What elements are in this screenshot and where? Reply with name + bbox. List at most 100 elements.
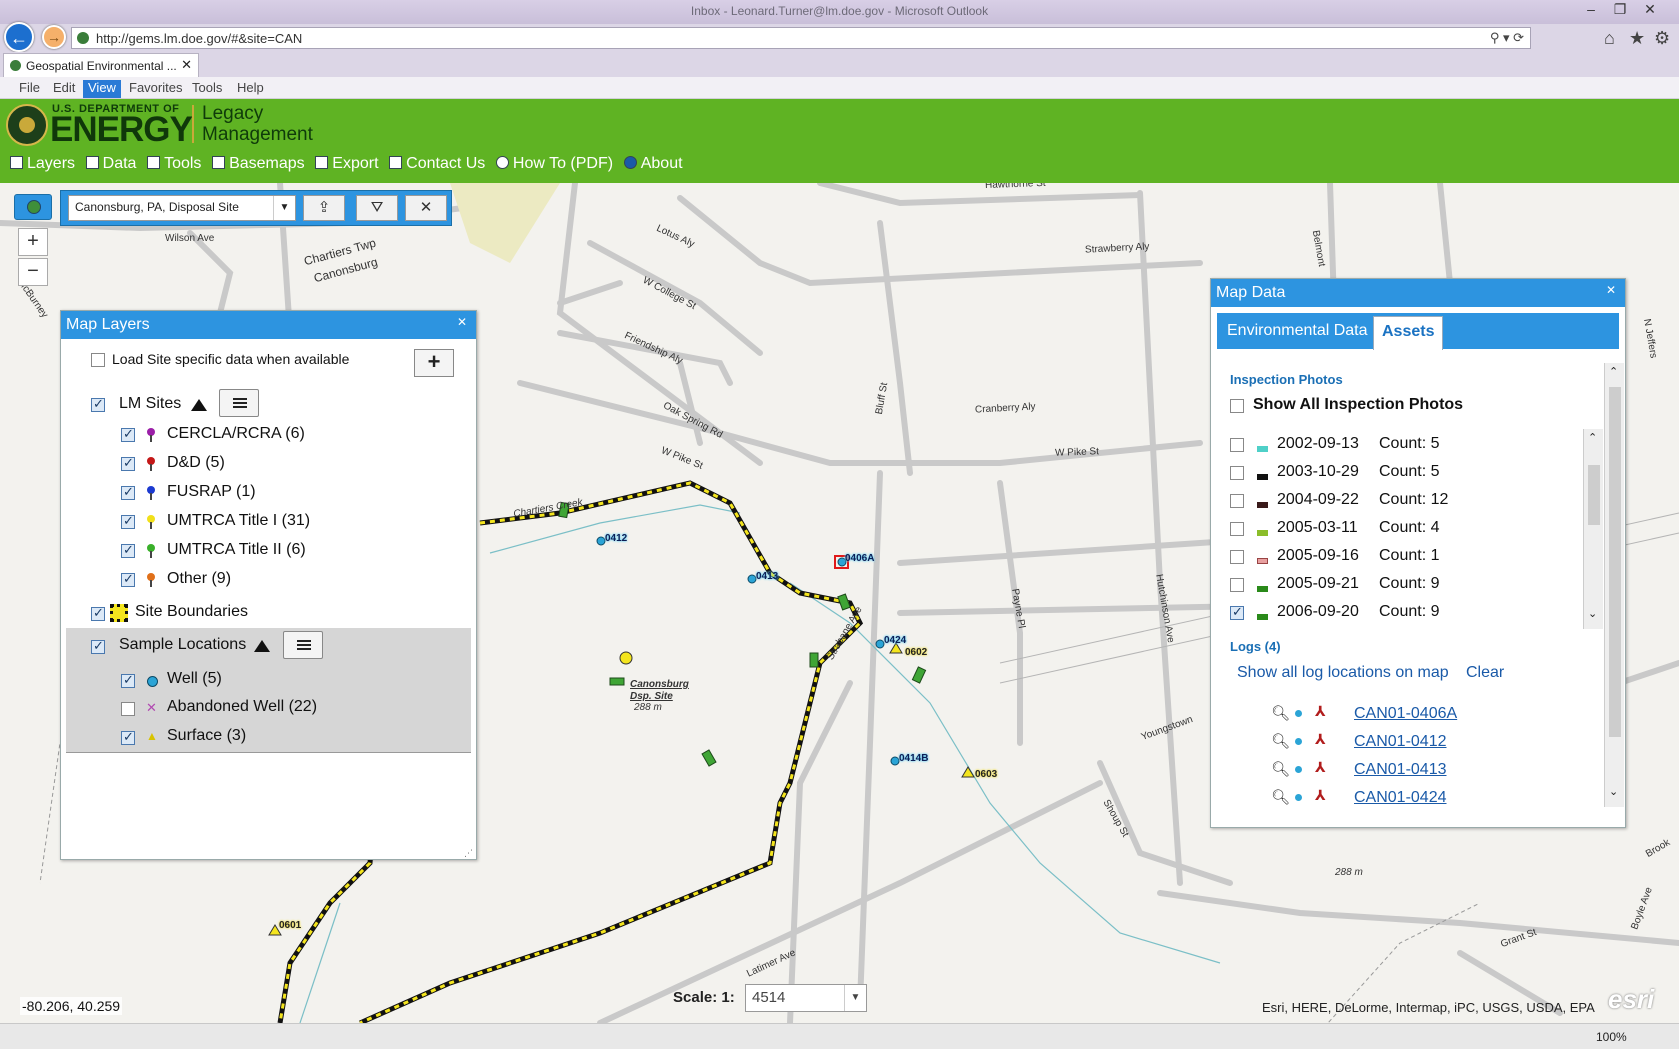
- search-refresh-icon[interactable]: ⚲ ▾ ⟳: [1490, 30, 1524, 46]
- favorites-star-icon[interactable]: ★: [1629, 28, 1645, 49]
- show-all-photos-checkbox[interactable]: [1230, 399, 1244, 413]
- minimize-button[interactable]: –: [1577, 0, 1605, 20]
- menu-favorites[interactable]: Favorites: [124, 80, 187, 98]
- zoom-level[interactable]: 100%: [1596, 1030, 1627, 1044]
- log-link[interactable]: CAN01-0413: [1354, 761, 1447, 779]
- site-clear-button[interactable]: ✕: [405, 195, 447, 221]
- photo-checkbox[interactable]: [1230, 522, 1244, 536]
- nav-data[interactable]: Data: [85, 155, 136, 173]
- magnifier-icon[interactable]: 🔍︎: [1271, 732, 1290, 750]
- nav-contact[interactable]: Contact Us: [389, 155, 485, 173]
- menu-view[interactable]: View: [83, 80, 121, 98]
- tab-assets[interactable]: Assets: [1373, 316, 1444, 350]
- nav-howto[interactable]: How To (PDF): [495, 155, 613, 173]
- well-point-label[interactable]: 0406A: [845, 553, 874, 564]
- scroll-thumb[interactable]: [1588, 465, 1600, 525]
- log-link[interactable]: CAN01-0424: [1354, 789, 1447, 807]
- nav-export[interactable]: Export: [315, 155, 379, 173]
- pdf-icon[interactable]: [1315, 703, 1329, 720]
- tab-close-icon[interactable]: ✕: [181, 57, 192, 73]
- photo-checkbox[interactable]: [1230, 438, 1244, 452]
- photos-scrollbar[interactable]: ⌃ ⌄: [1583, 429, 1603, 629]
- zoom-in-button[interactable]: +: [18, 228, 48, 256]
- surface-point-label[interactable]: 0601: [279, 920, 301, 931]
- layer-checkbox[interactable]: [121, 426, 135, 442]
- layer-checkbox[interactable]: [121, 729, 135, 745]
- site-select[interactable]: Canonsburg, PA, Disposal Site ▼: [68, 195, 296, 221]
- photo-checkbox[interactable]: [1230, 578, 1244, 592]
- layer-checkbox[interactable]: [121, 672, 135, 688]
- panel-scrollbar[interactable]: ⌃ ⌄: [1604, 363, 1624, 807]
- zoom-out-button[interactable]: −: [18, 258, 48, 286]
- browser-tab[interactable]: Geospatial Environmental ... ✕: [3, 53, 199, 77]
- magnifier-icon[interactable]: 🔍︎: [1271, 760, 1290, 778]
- site-share-button[interactable]: ⇪: [303, 195, 345, 221]
- layer-checkbox[interactable]: [121, 542, 135, 558]
- scroll-down-icon[interactable]: ⌄: [1588, 607, 1597, 620]
- triangle-up-icon[interactable]: [254, 640, 270, 652]
- menu-help[interactable]: Help: [232, 80, 269, 98]
- map-layers-panel: Map Layers ✕ Load Site specific data whe…: [60, 310, 477, 860]
- site-boundaries-checkbox[interactable]: [91, 605, 105, 621]
- log-link[interactable]: CAN01-0412: [1354, 733, 1447, 751]
- resize-handle-icon[interactable]: ⋰: [464, 848, 473, 859]
- scroll-up-icon[interactable]: ⌃: [1609, 365, 1618, 378]
- back-button[interactable]: ←: [4, 22, 34, 52]
- photo-checkbox[interactable]: [1230, 494, 1244, 508]
- show-all-logs-link[interactable]: Show all log locations on map: [1237, 664, 1449, 682]
- restore-button[interactable]: ❐: [1606, 0, 1634, 20]
- home-icon[interactable]: ⌂: [1604, 28, 1615, 49]
- well-point-label[interactable]: 0424: [884, 635, 906, 646]
- nav-tools[interactable]: Tools: [147, 155, 201, 173]
- close-window-button[interactable]: ✕: [1636, 0, 1664, 20]
- nav-about[interactable]: About: [623, 155, 683, 173]
- close-icon[interactable]: ✕: [456, 316, 468, 329]
- magnifier-icon[interactable]: 🔍︎: [1271, 788, 1290, 806]
- add-layer-button[interactable]: +: [414, 349, 454, 377]
- surface-point-label[interactable]: 0602: [905, 647, 927, 658]
- layer-checkbox[interactable]: [121, 455, 135, 471]
- scroll-up-icon[interactable]: ⌃: [1588, 431, 1597, 444]
- forward-button[interactable]: →: [42, 25, 66, 49]
- sample-locations-checkbox[interactable]: [91, 638, 105, 654]
- pdf-icon[interactable]: [1315, 731, 1329, 748]
- layer-checkbox[interactable]: [121, 571, 135, 587]
- nav-layers[interactable]: Layers: [10, 155, 75, 173]
- layer-checkbox[interactable]: [121, 702, 135, 716]
- photo-date: 2004-09-22: [1277, 491, 1359, 508]
- well-point-label[interactable]: 0413: [756, 571, 778, 582]
- sample-locations-menu-button[interactable]: [283, 631, 323, 659]
- lm-sites-menu-button[interactable]: [219, 389, 259, 417]
- well-point-label[interactable]: 0412: [605, 533, 627, 544]
- magnifier-icon[interactable]: 🔍︎: [1271, 704, 1290, 722]
- log-link[interactable]: CAN01-0406A: [1354, 705, 1457, 723]
- load-site-checkbox[interactable]: [91, 353, 105, 367]
- layer-checkbox[interactable]: [121, 513, 135, 529]
- surface-point-label[interactable]: 0603: [975, 769, 997, 780]
- pdf-icon[interactable]: [1315, 787, 1329, 804]
- address-bar[interactable]: http://gems.lm.doe.gov/#&site=CAN ⚲ ▾ ⟳: [71, 27, 1531, 49]
- menu-edit[interactable]: Edit: [48, 80, 80, 98]
- menu-file[interactable]: File: [14, 80, 45, 98]
- nav-basemaps[interactable]: Basemaps: [212, 155, 305, 173]
- clear-logs-link[interactable]: Clear: [1466, 664, 1504, 682]
- tab-environmental-data[interactable]: Environmental Data: [1219, 316, 1376, 350]
- site-filter-button[interactable]: ⛛: [356, 195, 398, 221]
- photo-checkbox[interactable]: [1230, 604, 1244, 620]
- close-icon[interactable]: ✕: [1605, 284, 1617, 297]
- triangle-up-icon[interactable]: [191, 399, 207, 411]
- scale-select[interactable]: 4514 ▼: [745, 984, 867, 1012]
- menu-tools[interactable]: Tools: [187, 80, 227, 98]
- layer-checkbox[interactable]: [121, 484, 135, 500]
- scroll-thumb[interactable]: [1609, 387, 1621, 737]
- photo-date: 2005-09-21: [1277, 575, 1359, 592]
- photo-checkbox[interactable]: [1230, 550, 1244, 564]
- home-extent-button[interactable]: [14, 194, 52, 220]
- well-point-label[interactable]: 0414B: [899, 753, 928, 764]
- photo-checkbox[interactable]: [1230, 466, 1244, 480]
- lm-sites-checkbox[interactable]: [91, 396, 105, 412]
- settings-gear-icon[interactable]: ⚙: [1654, 28, 1670, 49]
- pdf-icon[interactable]: [1315, 759, 1329, 776]
- globe-icon: [27, 200, 41, 214]
- scroll-down-icon[interactable]: ⌄: [1609, 785, 1618, 798]
